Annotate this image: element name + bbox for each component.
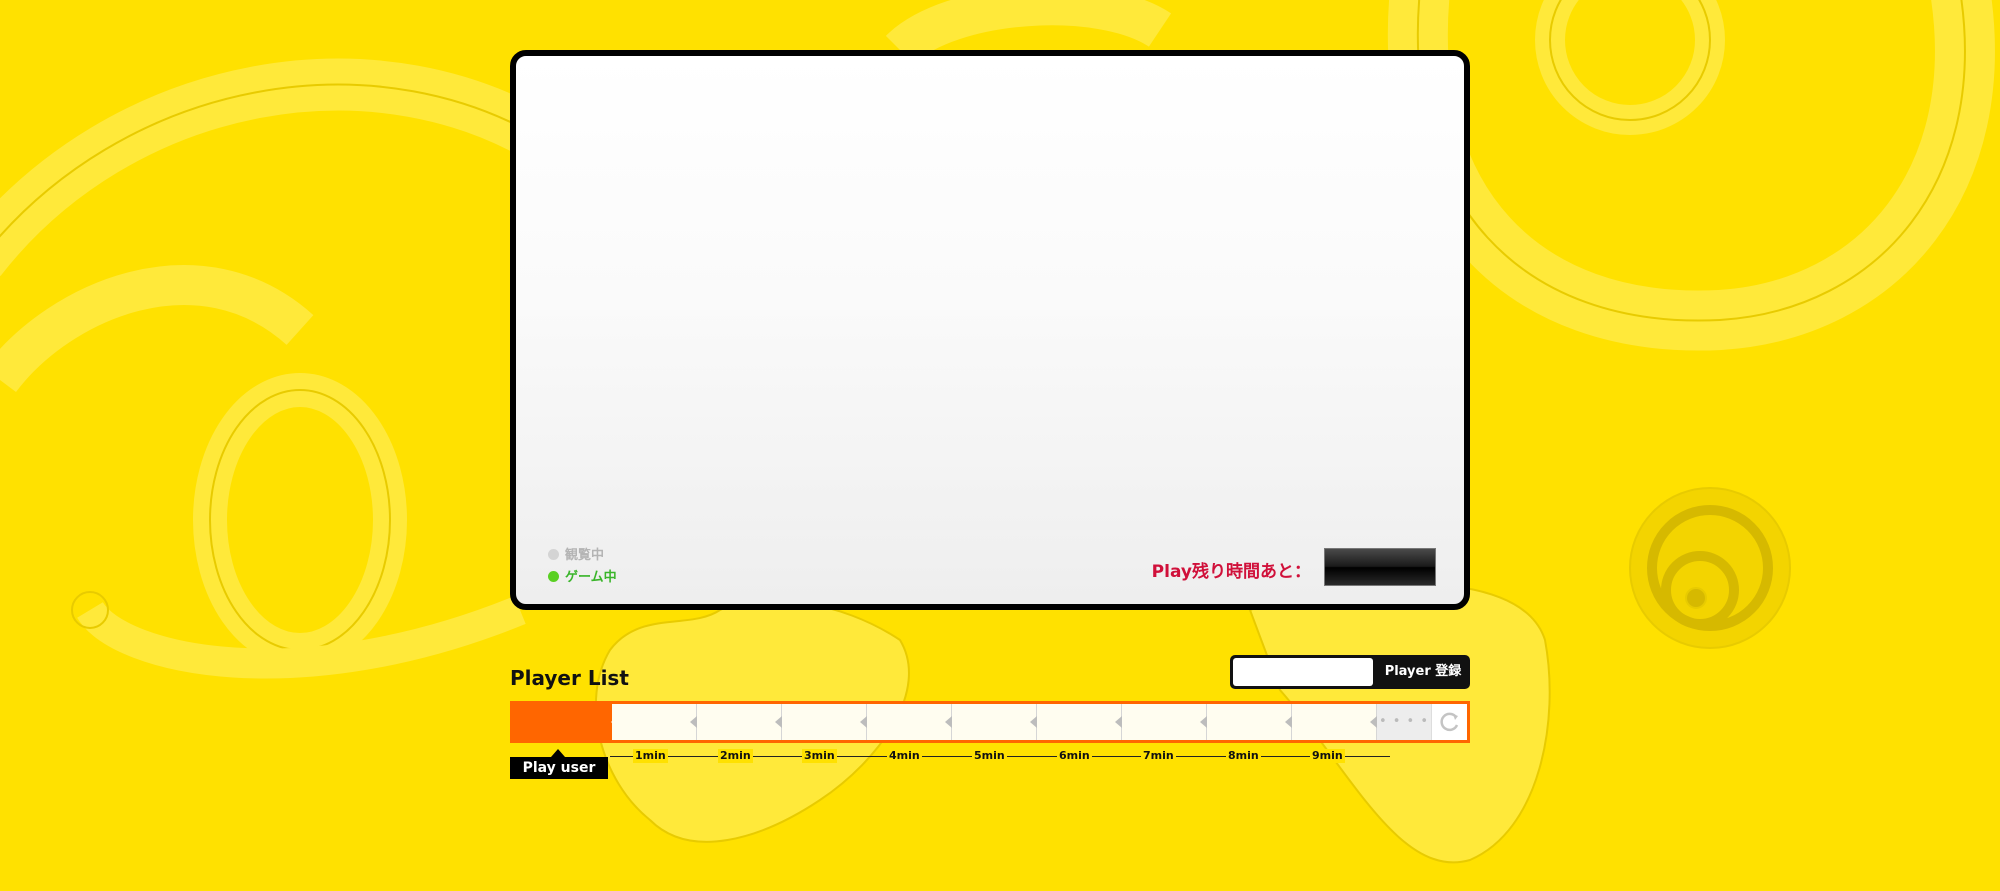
minute-mark: 5min [972,749,1007,763]
queue-slot[interactable] [1122,704,1207,740]
playing-indicator-icon [548,571,559,582]
arrow-left-icon [690,716,697,728]
minute-mark: 6min [1057,749,1092,763]
remaining-time-display [1324,548,1436,586]
status-playing: ゲーム中 [548,570,617,586]
pointer-icon [611,715,619,729]
player-register-button[interactable]: Player 登録 [1376,655,1470,689]
arrow-left-icon [1370,716,1377,728]
minute-mark: 2min [718,749,753,763]
player-list-title: Player List [510,666,629,690]
minute-mark: 7min [1141,749,1176,763]
queue-slot[interactable] [1207,704,1292,740]
status-playing-label: ゲーム中 [565,570,617,585]
current-player-slot[interactable] [513,704,612,740]
remaining-time-label: Play残り時間あと： [1151,562,1311,582]
player-register-form: Player 登録 [1230,655,1470,689]
arrow-left-icon [945,716,952,728]
player-queue-timeline: • • • • [510,701,1470,743]
queue-slot[interactable] [1292,704,1377,740]
minute-mark: 3min [802,749,837,763]
arrow-left-icon [1115,716,1122,728]
status-watching: 観覧中 [548,548,604,564]
arrow-left-icon [1030,716,1037,728]
status-watching-label: 観覧中 [565,548,605,563]
queue-slot[interactable] [1037,704,1122,740]
play-user-label: Play user [510,757,608,779]
queue-slot[interactable] [782,704,867,740]
queue-slot[interactable] [697,704,782,740]
queue-slot[interactable] [611,704,697,740]
game-screen: 観覧中 ゲーム中 Play残り時間あと： [510,50,1470,610]
refresh-button[interactable] [1431,704,1467,740]
minute-mark: 1min [633,749,668,763]
queue-slot[interactable] [952,704,1037,740]
minute-mark: 9min [1310,749,1345,763]
refresh-icon [1440,712,1459,732]
minute-mark: 4min [887,749,922,763]
arrow-left-icon [1200,716,1207,728]
arrow-left-icon [1285,716,1292,728]
minute-mark: 8min [1226,749,1261,763]
arrow-left-icon [860,716,867,728]
player-name-input[interactable] [1233,658,1373,686]
caret-up-icon [551,749,565,757]
more-players-indicator: • • • • [1377,704,1431,740]
arrow-left-icon [775,716,782,728]
queue-slot[interactable] [867,704,952,740]
watching-indicator-icon [548,549,559,560]
